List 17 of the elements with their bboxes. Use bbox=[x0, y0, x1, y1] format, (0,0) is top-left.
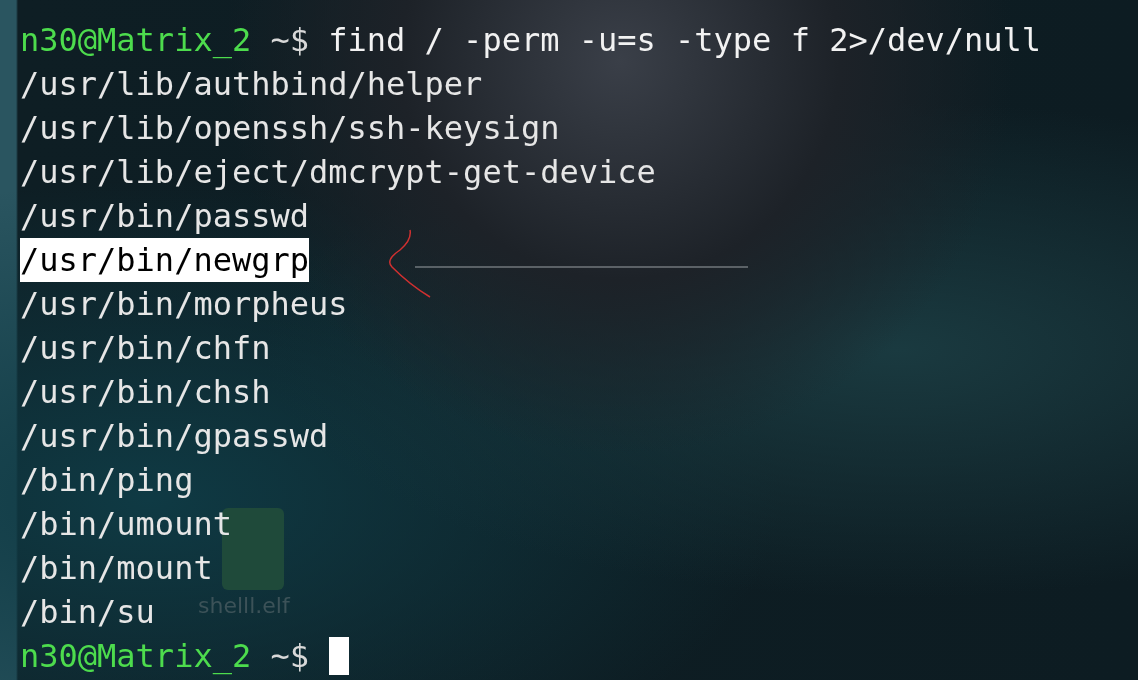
output-line: /usr/bin/morpheus bbox=[20, 284, 348, 325]
output-line: /usr/lib/openssh/ssh-keysign bbox=[20, 108, 560, 149]
output-line: /usr/bin/gpasswd bbox=[20, 416, 329, 457]
output-line: /usr/bin/passwd bbox=[20, 196, 309, 237]
prompt-user-host: n30@Matrix_2 bbox=[20, 636, 252, 677]
command-text: find / -perm -u=s -type f 2>/dev/null bbox=[328, 20, 1042, 61]
prompt-path: ~$ bbox=[270, 20, 309, 61]
output-line: /bin/mount bbox=[20, 548, 213, 589]
output-line: /usr/bin/chfn bbox=[20, 328, 271, 369]
prompt-path: ~$ bbox=[270, 636, 309, 677]
output-line: /usr/bin/chsh bbox=[20, 372, 271, 413]
output-line: /usr/lib/authbind/helper bbox=[20, 64, 483, 105]
output-line: /bin/ping bbox=[20, 460, 194, 501]
output-line: /usr/lib/eject/dmcrypt-get-device bbox=[20, 152, 656, 193]
output-line: /bin/umount bbox=[20, 504, 232, 545]
prompt-user-host: n30@Matrix_2 bbox=[20, 20, 252, 61]
output-line: /bin/su bbox=[20, 592, 155, 633]
